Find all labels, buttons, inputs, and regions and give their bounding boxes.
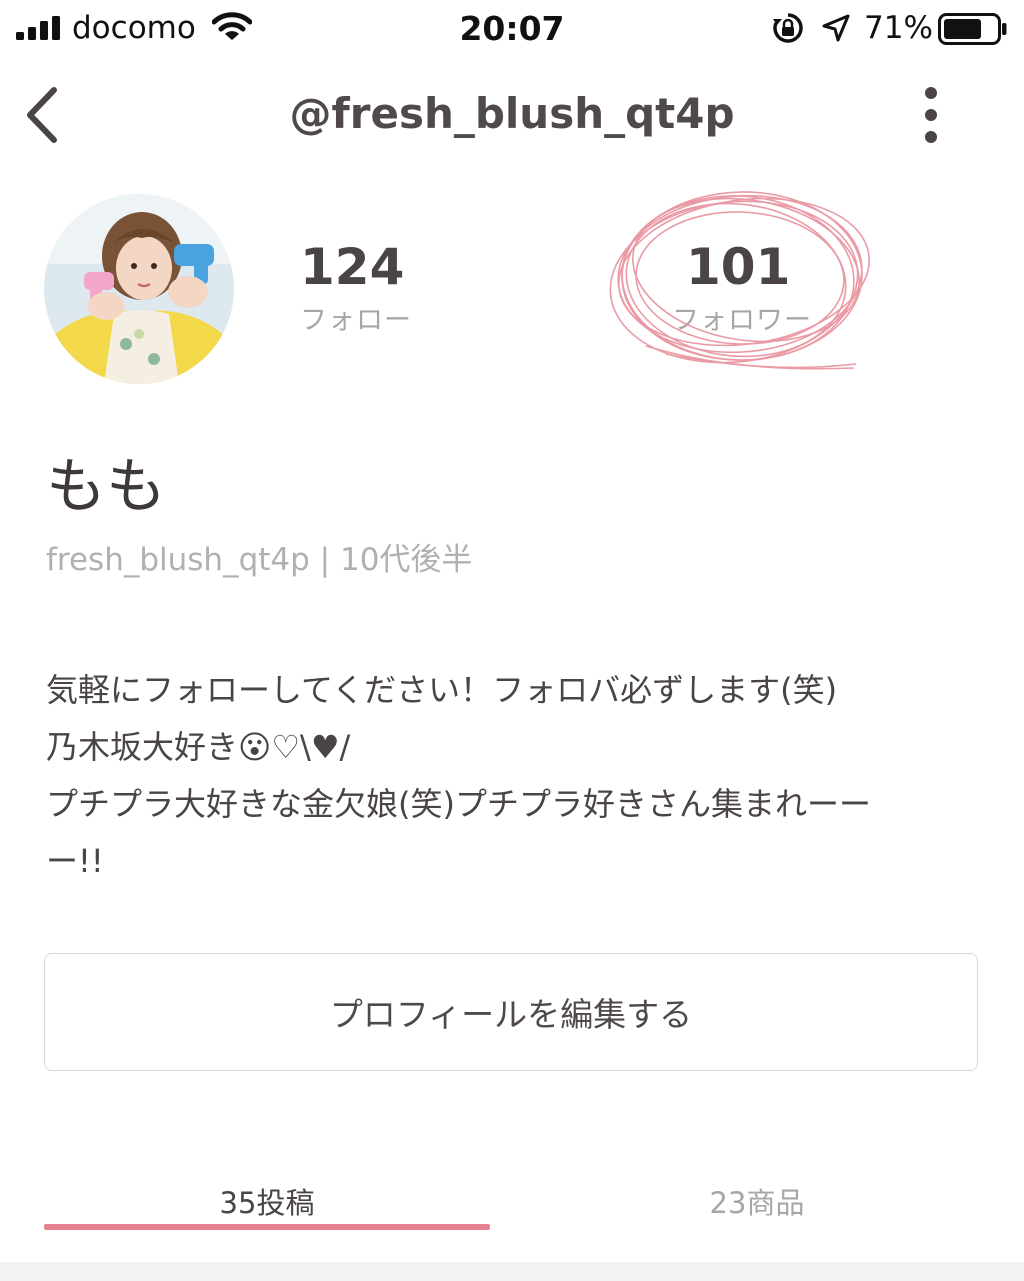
tab-items[interactable]: 23商品 <box>534 1180 980 1222</box>
tab-posts[interactable]: 35投稿 <box>44 1180 490 1222</box>
active-tab-indicator <box>44 1224 490 1230</box>
page-title: @fresh_blush_qt4p <box>289 89 735 138</box>
status-bar: docomo 20:07 71% <box>0 0 1024 56</box>
rotation-lock-icon <box>773 13 803 43</box>
followers-count: 101 <box>686 238 791 296</box>
avatar-photo <box>44 194 234 384</box>
bio-line: ー!! <box>46 842 104 880</box>
edit-profile-button[interactable]: プロフィールを編集する <box>44 953 978 1071</box>
followers-stat[interactable]: 101 フォロワー <box>672 238 852 337</box>
username-age-line: fresh_blush_qt4p | 10代後半 <box>46 542 473 578</box>
vertical-dots-icon <box>925 87 937 143</box>
following-label: フォロー <box>300 305 412 336</box>
display-name: もも <box>46 452 166 522</box>
battery-percent: 71% <box>864 10 933 46</box>
bio-line: 気軽にフォローしてください！フォロバ必ずします(笑) <box>46 671 838 709</box>
following-count: 124 <box>300 238 405 296</box>
bottom-divider <box>0 1262 1024 1281</box>
following-stat[interactable]: 124 フォロー <box>300 238 440 337</box>
bio-line: プチプラ大好きな金欠娘(笑)プチプラ好きさん集まれーー <box>46 785 871 823</box>
bio-line: 乃木坂大好き😮♡\♥/ <box>46 728 351 766</box>
followers-label: フォロワー <box>672 305 812 336</box>
more-options-button[interactable] <box>908 80 954 150</box>
battery-icon <box>938 13 1007 45</box>
bio: 気軽にフォローしてください！フォロバ必ずします(笑) 乃木坂大好き😮♡\♥/ プ… <box>46 662 986 890</box>
avatar[interactable] <box>44 194 234 384</box>
location-arrow-icon <box>822 14 850 42</box>
